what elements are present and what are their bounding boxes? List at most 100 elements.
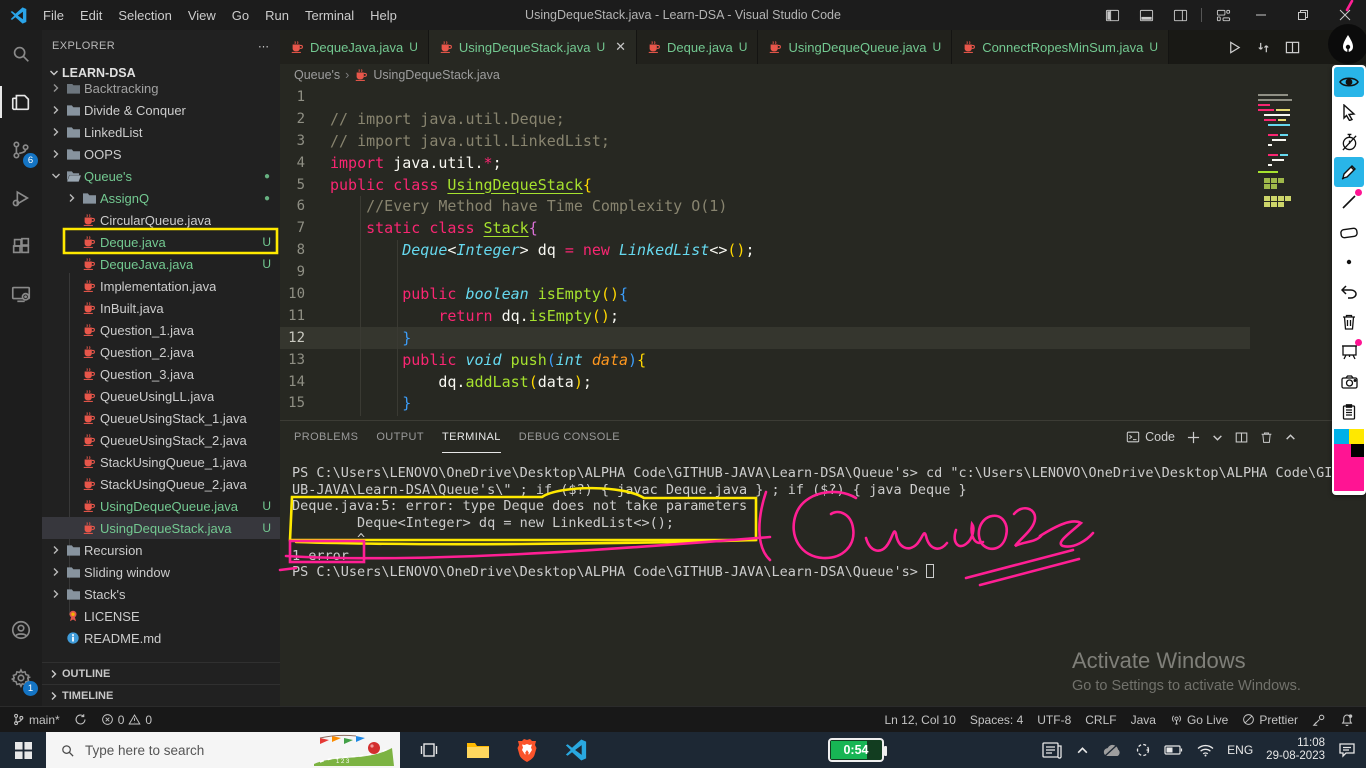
timeline-section[interactable]: TIMELINE (42, 684, 280, 706)
code-line-2[interactable]: 2 // import java.util.Deque; (280, 108, 1250, 130)
new-terminal-icon[interactable] (1187, 431, 1200, 444)
size-indicator-dot[interactable] (1334, 247, 1364, 277)
terminal-shell-selector[interactable]: Code (1126, 430, 1175, 444)
eol-sequence[interactable]: CRLF (1078, 707, 1123, 733)
explorer-icon[interactable] (0, 78, 42, 126)
code-line-6[interactable]: 6 //Every Method have Time Complexity O(… (280, 195, 1250, 217)
tab-problems[interactable]: PROBLEMS (294, 421, 358, 453)
file-explorer-button[interactable] (453, 732, 502, 768)
git-branch-indicator[interactable]: main* (0, 707, 67, 733)
code-line-10[interactable]: 10 public boolean isEmpty(){ (280, 283, 1250, 305)
notifications-bell-icon[interactable] (1333, 707, 1366, 733)
tree-file-readme-md[interactable]: README.md (42, 627, 280, 649)
onedrive-icon[interactable] (1102, 743, 1122, 757)
language-indicator[interactable]: ENG (1227, 743, 1253, 757)
code-line-13[interactable]: 13 public void push(int data){ (280, 349, 1250, 371)
color-palette[interactable] (1334, 429, 1364, 491)
terminal-output[interactable]: PS C:\Users\LENOVO\OneDrive\Desktop\ALPH… (280, 453, 1366, 581)
tree-file-question-3-java[interactable]: Question_3.java (42, 363, 280, 385)
tree-folder-linkedlist[interactable]: LinkedList (42, 121, 280, 143)
menu-selection[interactable]: Selection (110, 8, 179, 23)
tree-file-stackusingqueue-1-java[interactable]: StackUsingQueue_1.java (42, 451, 280, 473)
editor-tab-dequejava-java[interactable]: DequeJava.java U (280, 30, 429, 64)
menu-terminal[interactable]: Terminal (297, 8, 362, 23)
code-line-15[interactable]: 15 } (280, 392, 1250, 414)
clear-all-tool[interactable] (1334, 307, 1364, 337)
eraser-tool[interactable] (1334, 217, 1364, 247)
workspace-root-row[interactable]: LEARN-DSA (42, 62, 280, 84)
undo-tool[interactable] (1334, 277, 1364, 307)
color-cyan[interactable] (1334, 429, 1349, 444)
code-line-14[interactable]: 14 dq.addLast(data); (280, 371, 1250, 393)
close-tab-icon[interactable]: ✕ (615, 39, 626, 55)
minimize-button[interactable] (1240, 0, 1282, 30)
taskbar-search-box[interactable]: Type here to search 1 2 3 (46, 732, 400, 768)
editor-tab-connectropesminsum-java[interactable]: ConnectRopesMinSum.java U (952, 30, 1169, 64)
tree-file-stackusingqueue-2-java[interactable]: StackUsingQueue_2.java (42, 473, 280, 495)
code-line-4[interactable]: 4 import java.util.*; (280, 152, 1250, 174)
extensions-icon[interactable] (0, 222, 42, 270)
tree-file-queueusingstack-2-java[interactable]: QueueUsingStack_2.java (42, 429, 280, 451)
line-tool[interactable] (1334, 187, 1364, 217)
encoding[interactable]: UTF-8 (1030, 707, 1078, 733)
code-line-11[interactable]: 11 return dq.isEmpty(); (280, 305, 1250, 327)
explorer-actions-icon[interactable]: ⋯ (258, 40, 270, 53)
menu-edit[interactable]: Edit (72, 8, 110, 23)
minimap[interactable] (1256, 88, 1314, 228)
tree-folder-queue-s[interactable]: Queue's ● (42, 165, 280, 187)
editor-tab-deque-java[interactable]: Deque.java U (637, 30, 759, 64)
tree-folder-stack-s[interactable]: Stack's (42, 583, 280, 605)
remote-explorer-icon[interactable] (0, 270, 42, 318)
cursor-tool[interactable] (1334, 97, 1364, 127)
search-icon[interactable] (0, 30, 42, 78)
maximize-panel-icon[interactable] (1285, 432, 1296, 443)
color-black[interactable] (1351, 444, 1364, 457)
settings-gear-icon[interactable]: 1 (0, 654, 42, 702)
code-line-5[interactable]: 5 public class UsingDequeStack{ (280, 174, 1250, 196)
split-editor-icon[interactable] (1285, 40, 1300, 55)
pen-tool[interactable] (1334, 157, 1364, 187)
cursor-position[interactable]: Ln 12, Col 10 (877, 707, 962, 733)
show-hide-ink-tool[interactable] (1334, 67, 1364, 97)
tree-file-dequejava-java[interactable]: DequeJava.java U (42, 253, 280, 275)
tree-file-deque-java[interactable]: Deque.java U (42, 231, 280, 253)
tree-file-question-2-java[interactable]: Question_2.java (42, 341, 280, 363)
menu-view[interactable]: View (180, 8, 224, 23)
outline-section[interactable]: OUTLINE (42, 662, 280, 684)
start-button[interactable] (0, 732, 46, 768)
code-line-12[interactable]: 12 } (280, 326, 1250, 349)
menu-run[interactable]: Run (257, 8, 297, 23)
wifi-icon[interactable] (1197, 744, 1214, 757)
screenshot-tool[interactable] (1334, 367, 1364, 397)
tree-folder-oops[interactable]: OOPS (42, 143, 280, 165)
tree-file-circularqueue-java[interactable]: CircularQueue.java (42, 209, 280, 231)
vscode-taskbar-button[interactable] (551, 732, 600, 768)
split-terminal-icon[interactable] (1235, 431, 1248, 444)
tree-folder-divide-conquer[interactable]: Divide & Conquer (42, 99, 280, 121)
clock[interactable]: 11:08 29-08-2023 (1266, 737, 1325, 763)
task-view-button[interactable] (404, 732, 453, 768)
tree-file-implementation-java[interactable]: Implementation.java (42, 275, 280, 297)
code-line-7[interactable]: 7 static class Stack{ (280, 217, 1250, 239)
code-line-8[interactable]: 8 Deque<Integer> dq = new LinkedList<>()… (280, 239, 1250, 261)
tab-debug-console[interactable]: DEBUG CONSOLE (519, 421, 620, 453)
menu-file[interactable]: File (35, 8, 72, 23)
tab-terminal[interactable]: TERMINAL (441, 421, 501, 453)
color-yellow[interactable] (1349, 429, 1364, 444)
account-icon[interactable] (0, 606, 42, 654)
tray-chevron-up-icon[interactable] (1076, 744, 1089, 757)
tree-folder-assignq[interactable]: AssignQ ● (42, 187, 280, 209)
tree-file-usingdequestack-java[interactable]: UsingDequeStack.java U (42, 517, 280, 539)
tree-file-queueusingstack-1-java[interactable]: QueueUsingStack_1.java (42, 407, 280, 429)
clipboard-tool[interactable] (1334, 397, 1364, 427)
tab-output[interactable]: OUTPUT (376, 421, 424, 453)
tree-folder-sliding-window[interactable]: Sliding window (42, 561, 280, 583)
tree-file-inbuilt-java[interactable]: InBuilt.java (42, 297, 280, 319)
brave-browser-button[interactable] (502, 732, 551, 768)
action-center-icon[interactable] (1338, 742, 1356, 758)
code-line-3[interactable]: 3 // import java.util.LinkedList; (280, 130, 1250, 152)
run-debug-icon[interactable] (0, 174, 42, 222)
problems-indicator[interactable]: 0 0 (94, 707, 159, 733)
toggle-secondary-sidebar-icon[interactable] (1163, 0, 1197, 30)
editor-tab-usingdequestack-java[interactable]: UsingDequeStack.java U ✕ (428, 30, 638, 64)
